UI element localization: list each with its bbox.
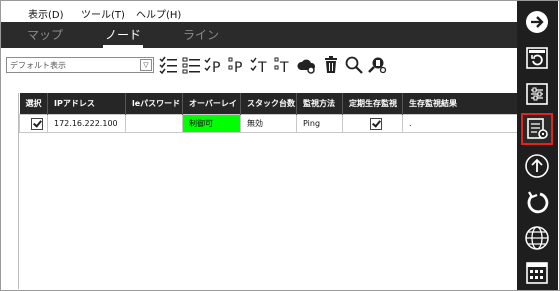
menu-bar: 表示(D) ツール(T) ヘルプ(H) xyxy=(1,1,517,22)
refresh-square-icon[interactable] xyxy=(522,43,552,73)
list-check-icon[interactable] xyxy=(158,55,178,75)
ip-icon[interactable]: P xyxy=(227,55,247,75)
select-checkbox[interactable] xyxy=(30,117,43,130)
tab-line[interactable]: ライン xyxy=(177,22,225,48)
svg-text:T: T xyxy=(279,60,289,75)
search-settings-icon[interactable] xyxy=(367,55,387,75)
table-header-row: 選択 IPアドレス leパスワード オーバーレイ スタック台数 監視方法 定期生… xyxy=(19,93,518,115)
svg-text:P: P xyxy=(212,60,220,75)
table-row[interactable]: 172.16.222.100 制御可 無効 Ping . xyxy=(19,114,518,133)
node-settings-icon[interactable] xyxy=(521,113,553,145)
stack-count-cell[interactable]: 無効 xyxy=(240,114,297,133)
sliders-panel-icon[interactable] xyxy=(522,79,552,109)
select-cell[interactable] xyxy=(19,114,48,133)
toolbar: デフォルト表示 ▽ P P T T xyxy=(1,48,517,84)
column-header-monitor-method[interactable]: 監視方法 xyxy=(296,93,343,115)
tab-map[interactable]: マップ xyxy=(21,22,69,48)
periodic-check-checkbox[interactable] xyxy=(369,117,382,130)
column-header-stack-count[interactable]: スタック台数 xyxy=(240,93,297,115)
column-header-password[interactable]: leパスワード xyxy=(125,93,183,115)
right-sidebar xyxy=(517,1,558,290)
upload-circle-icon[interactable] xyxy=(522,151,552,181)
ip-cell[interactable]: 172.16.222.100 xyxy=(47,114,126,133)
menu-tools[interactable]: ツール(T) xyxy=(81,6,125,21)
grid-calendar-icon[interactable] xyxy=(522,258,552,288)
globe-icon[interactable] xyxy=(522,223,552,253)
trash-icon[interactable] xyxy=(321,55,341,75)
menu-help[interactable]: ヘルプ(H) xyxy=(136,6,181,21)
chevron-down-icon[interactable]: ▽ xyxy=(140,59,152,71)
tab-node[interactable]: ノード xyxy=(99,22,147,48)
check-t-icon[interactable]: T xyxy=(250,55,270,75)
periodic-check-cell[interactable] xyxy=(342,114,403,133)
password-cell[interactable] xyxy=(125,114,183,133)
check-ip-icon[interactable]: P xyxy=(204,55,224,75)
result-cell[interactable]: . xyxy=(402,114,518,133)
cloud-settings-icon[interactable] xyxy=(297,55,317,75)
svg-text:P: P xyxy=(234,60,242,75)
overlay-cell[interactable]: 制御可 xyxy=(182,114,241,133)
list-icon[interactable] xyxy=(181,55,201,75)
arrow-right-circle-icon[interactable] xyxy=(522,7,552,37)
node-table: 選択 IPアドレス leパスワード オーバーレイ スタック台数 監視方法 定期生… xyxy=(19,93,518,133)
column-header-select[interactable]: 選択 xyxy=(19,93,48,115)
svg-text:T: T xyxy=(257,60,267,75)
column-header-periodic-check[interactable]: 定期生存監視 xyxy=(342,93,403,115)
t-icon[interactable]: T xyxy=(273,55,293,75)
column-header-ip[interactable]: IPアドレス xyxy=(47,93,126,115)
search-icon[interactable] xyxy=(344,55,364,75)
view-select[interactable]: デフォルト表示 ▽ xyxy=(6,57,154,73)
monitor-method-cell[interactable]: Ping xyxy=(296,114,343,133)
rotate-icon[interactable] xyxy=(522,187,552,217)
tab-bar: マップ ノード ライン xyxy=(1,22,517,48)
node-grid-area: 選択 IPアドレス leパスワード オーバーレイ スタック台数 監視方法 定期生… xyxy=(1,84,518,289)
view-select-value: デフォルト表示 xyxy=(10,61,66,70)
column-header-overlay[interactable]: オーバーレイ xyxy=(182,93,241,115)
column-header-result[interactable]: 生存監視結果 xyxy=(402,93,518,115)
menu-view[interactable]: 表示(D) xyxy=(28,6,64,21)
